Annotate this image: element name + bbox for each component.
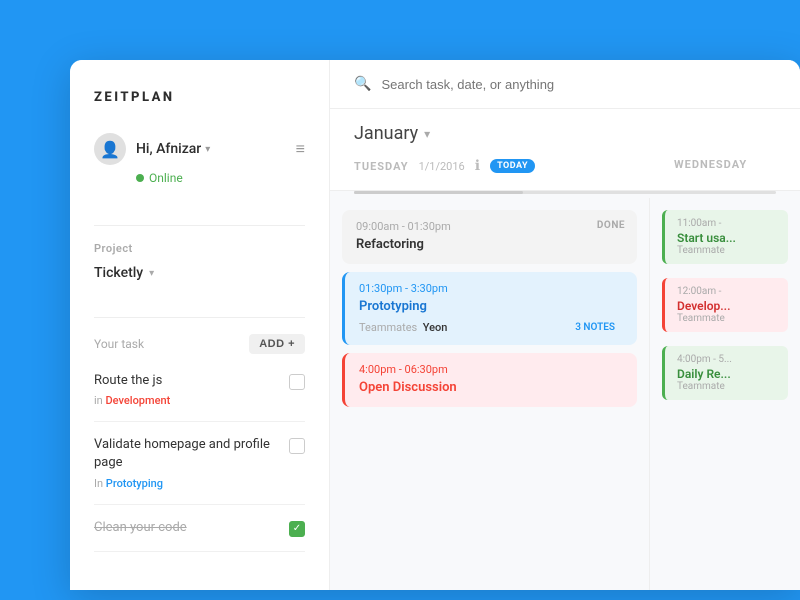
wednesday-label: WEDNESDAY [674, 158, 747, 171]
event-title: Open Discussion [359, 380, 623, 395]
event-card[interactable]: 4:00pm - 5... Daily Re... Teammate [662, 346, 788, 400]
status-text: Online [149, 171, 183, 185]
project-chevron-icon: ▾ [149, 268, 154, 279]
event-title: Start usa... [677, 231, 776, 245]
avatar-icon: 👤 [100, 140, 120, 159]
event-card[interactable]: 12:00am - Develop... Teammate [662, 278, 788, 332]
month-chevron-icon: ▾ [424, 127, 430, 141]
status-dot-icon [136, 174, 144, 182]
event-title: Develop... [677, 299, 776, 313]
project-label: Project [94, 242, 305, 255]
search-input[interactable] [381, 77, 776, 92]
event-card[interactable]: 09:00am - 01:30pm Refactoring DONE [342, 210, 637, 264]
task-header: Your task ADD + [94, 334, 305, 354]
scroll-track [354, 191, 776, 194]
task-title-completed: Clean your code [94, 519, 281, 537]
search-icon: 🔍 [354, 76, 371, 92]
notes-badge: 3 NOTES [567, 320, 623, 335]
task-title: Route the js [94, 372, 281, 390]
calendar-body: 09:00am - 01:30pm Refactoring DONE 01:30… [330, 198, 800, 590]
task-category: Development [105, 394, 170, 407]
event-title: Refactoring [356, 237, 623, 252]
event-time: 11:00am - [677, 218, 776, 229]
app-logo: ZEITPLAN [94, 90, 305, 105]
event-time: 4:00pm - 06:30pm [359, 363, 623, 376]
event-title: Prototyping [359, 299, 623, 314]
event-sub: Teammate [677, 245, 776, 256]
event-card[interactable]: 01:30pm - 3:30pm Prototyping Teammates Y… [342, 272, 637, 345]
event-teammates: Teammates Yeon [359, 321, 447, 334]
task-checkbox[interactable] [289, 374, 305, 390]
today-badge: TODAY [490, 159, 535, 173]
tuesday-events: 09:00am - 01:30pm Refactoring DONE 01:30… [330, 198, 650, 590]
list-item: Clean your code ✓ [94, 519, 305, 552]
menu-icon[interactable]: ≡ [296, 139, 305, 159]
event-time: 12:00am - [677, 286, 776, 297]
avatar: 👤 [94, 133, 126, 165]
task-label: Your task [94, 337, 144, 351]
tuesday-date: 1/1/2016 [419, 160, 465, 173]
user-section: 👤 Hi, Afnizar ▾ ≡ [94, 133, 305, 165]
add-task-button[interactable]: ADD + [249, 334, 305, 354]
task-checkbox-checked[interactable]: ✓ [289, 521, 305, 537]
event-sub: Teammate [677, 313, 776, 324]
teammate-name: Yeon [423, 321, 448, 334]
user-name[interactable]: Hi, Afnizar ▾ [136, 141, 210, 157]
calendar-header: January ▾ TUESDAY 1/1/2016 ℹ TODAY WEDN [330, 109, 800, 191]
day-columns-header: TUESDAY 1/1/2016 ℹ TODAY WEDNESDAY [354, 158, 776, 190]
event-card[interactable]: 11:00am - Start usa... Teammate [662, 210, 788, 264]
sidebar: ZEITPLAN 👤 Hi, Afnizar ▾ ≡ Online Projec… [70, 60, 330, 590]
event-sub: Teammate [677, 381, 776, 392]
project-selector[interactable]: Ticketly ▾ [94, 265, 305, 281]
wednesday-header: WEDNESDAY [674, 158, 800, 190]
list-item: Route the js in Development [94, 372, 305, 422]
info-icon[interactable]: ℹ [475, 158, 480, 174]
user-chevron-icon: ▾ [205, 144, 210, 155]
tuesday-header: TUESDAY 1/1/2016 ℹ TODAY [354, 158, 674, 190]
task-checkbox[interactable] [289, 438, 305, 454]
app-container: ZEITPLAN 👤 Hi, Afnizar ▾ ≡ Online Projec… [70, 60, 800, 590]
status-section: Online [94, 171, 305, 185]
event-title: Daily Re... [677, 367, 776, 381]
task-category: Prototyping [106, 477, 163, 490]
divider2 [94, 317, 305, 318]
event-time: 4:00pm - 5... [677, 354, 776, 365]
divider [94, 225, 305, 226]
scroll-thumb [354, 191, 523, 194]
list-item: Validate homepage and profile page In Pr… [94, 436, 305, 504]
month-selector[interactable]: January ▾ [354, 123, 776, 144]
month-label: January [354, 123, 418, 144]
event-time: 09:00am - 01:30pm [356, 220, 623, 233]
event-done-badge: DONE [597, 220, 625, 231]
tuesday-label: TUESDAY [354, 160, 409, 173]
task-title: Validate homepage and profile page [94, 436, 281, 472]
main-content: 🔍 January ▾ TUESDAY 1/1/2016 ℹ TODAY [330, 60, 800, 590]
event-time: 01:30pm - 3:30pm [359, 282, 623, 295]
wednesday-events: 11:00am - Start usa... Teammate 12:00am … [650, 198, 800, 590]
search-bar: 🔍 [330, 60, 800, 109]
event-card[interactable]: 4:00pm - 06:30pm Open Discussion [342, 353, 637, 407]
